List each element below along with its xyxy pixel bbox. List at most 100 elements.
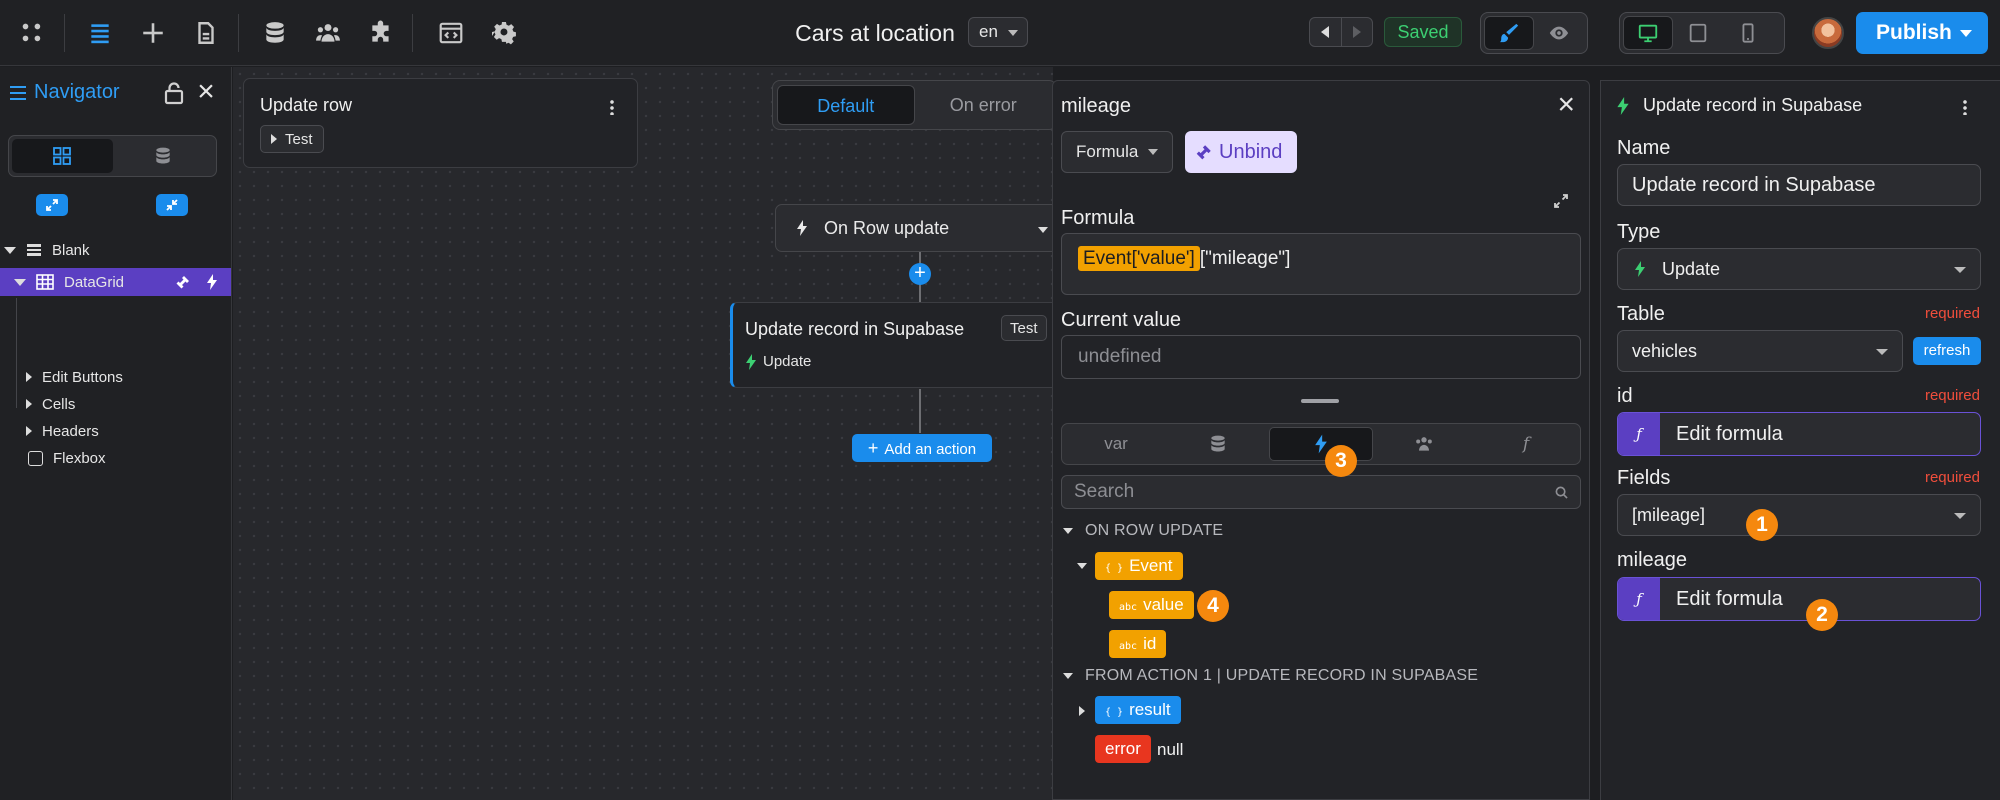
close-icon[interactable]: × [1557,90,1575,120]
settings-icon[interactable] [488,17,520,49]
tree-item-blank[interactable]: Blank [0,236,231,264]
type-label: Type [1617,221,1661,243]
mileage-formula-field[interactable]: ƒ Edit formula [1617,577,1981,621]
tab-formulas[interactable]: f [1475,427,1577,461]
apps-icon[interactable] [16,17,48,49]
edit-formula-label: Edit formula [1676,588,1783,610]
data-icon [156,147,170,164]
breakpoint-toggle [1619,12,1785,54]
add-icon[interactable] [137,17,169,49]
tab-default[interactable]: Default [777,85,915,125]
publish-button[interactable]: Publish [1856,12,1988,54]
expand-all-button[interactable] [36,194,68,216]
tree-item-headers[interactable]: Headers [0,417,231,445]
collapse-all-button[interactable] [156,194,188,216]
chevron-down-icon [1148,149,1158,155]
tree-item-datagrid[interactable]: DataGrid [0,268,231,296]
table-select[interactable]: vehicles [1617,330,1903,372]
variable-error[interactable]: error [1095,735,1151,763]
tab-variables[interactable]: var [1065,427,1167,461]
insert-action-button[interactable]: + [909,263,931,285]
expand-icon[interactable] [1553,193,1569,209]
workflow-card[interactable]: Update row Test [243,78,638,168]
id-label: id [1617,385,1633,407]
unbind-label: Unbind [1219,141,1283,163]
navigator-panel: Navigator × Blank DataGrid Edit Buttons … [0,67,232,800]
id-formula-field[interactable]: ƒ Edit formula [1617,412,1981,456]
tree-view-button[interactable] [12,139,113,173]
variable-search-input[interactable]: Search [1061,475,1581,509]
redo-button[interactable] [1342,18,1373,46]
tree-item-edit-buttons[interactable]: Edit Buttons [0,363,231,391]
object-icon: { } [1105,707,1124,718]
edit-mode-button[interactable] [1484,16,1534,50]
unbind-button[interactable]: Unbind [1185,131,1297,173]
lock-icon[interactable] [163,81,185,105]
tab-on-error[interactable]: On error [915,85,1052,125]
tree-item-cells[interactable]: Cells [0,390,231,418]
test-workflow-button[interactable]: Test [260,125,324,153]
more-options-icon[interactable] [610,99,614,115]
plugins-icon[interactable] [365,17,397,49]
flow-connector [919,389,921,433]
chevron-right-icon[interactable] [1079,706,1085,716]
workflow-icon[interactable] [206,274,218,290]
refresh-button[interactable]: refresh [1913,337,1981,365]
tab-data[interactable] [1167,427,1269,461]
code-icon[interactable] [435,17,467,49]
test-action-button[interactable]: Test [1001,315,1047,341]
fields-select[interactable]: [mileage] [1617,494,1981,536]
page-icon [27,244,41,256]
tree-item-flexbox[interactable]: Flexbox [0,444,231,472]
preview-mode-button[interactable] [1534,16,1584,50]
type-select[interactable]: Update [1617,248,1981,290]
top-bar: Cars at location en Saved Publish [0,0,2000,66]
data-icon[interactable] [259,17,291,49]
workflow-branch-tabs: Default On error [772,80,1057,130]
resize-handle[interactable] [1301,399,1339,403]
chevron-down-icon[interactable] [1077,563,1087,569]
supabase-icon [1635,261,1645,277]
current-value-label: Current value [1061,309,1182,331]
eye-icon [1549,26,1569,40]
variable-event-id[interactable]: abc id [1109,630,1167,658]
fields-label: Fields [1617,467,1671,489]
tree-item-label: Headers [42,422,99,440]
tree-item-label: Flexbox [53,449,106,467]
layers-icon[interactable] [84,17,116,49]
tablet-breakpoint-button[interactable] [1673,16,1723,50]
undo-button[interactable] [1310,18,1342,46]
variable-result[interactable]: { } result [1095,696,1181,724]
formula-input[interactable]: Event['value'] ["mileage"] [1061,233,1581,295]
unbind-link-icon[interactable] [175,274,191,290]
tab-workflow[interactable] [1269,427,1373,461]
chevron-down-icon [1063,673,1073,679]
action-card[interactable]: Update record in Supabase Test Update [730,302,1060,388]
language-select[interactable]: en [968,17,1028,47]
section-on-row-update[interactable]: ON ROW UPDATE [1063,522,1223,540]
users-icon[interactable] [312,17,344,49]
add-action-button[interactable]: + Add an action [852,434,992,462]
trigger-card[interactable]: On Row update [775,204,1058,252]
variable-event[interactable]: { } Event [1095,552,1183,580]
formula-variable-token[interactable]: Event['value'] [1078,246,1200,271]
container-icon [28,450,43,466]
navigator-title: Navigator [34,81,120,103]
avatar[interactable] [1812,17,1844,49]
section-from-action-1[interactable]: FROM ACTION 1 | UPDATE RECORD IN SUPABAS… [1063,667,1478,685]
formula-mode-select[interactable]: Formula [1061,131,1173,173]
error-value: null [1157,740,1184,759]
edit-formula-label: Edit formula [1676,423,1783,445]
close-icon[interactable]: × [194,77,218,107]
tab-users[interactable] [1373,427,1475,461]
mobile-breakpoint-button[interactable] [1723,16,1773,50]
fields-value: [mileage] [1632,505,1706,525]
search-placeholder: Search [1074,481,1135,502]
pages-icon[interactable] [190,17,222,49]
variable-event-value[interactable]: abc value [1109,591,1194,619]
desktop-breakpoint-button[interactable] [1623,16,1673,50]
name-input[interactable]: Update record in Supabase [1617,164,1981,206]
data-view-button[interactable] [113,139,214,173]
more-options-icon[interactable] [1963,99,1967,115]
chevron-down-icon [1008,30,1018,36]
